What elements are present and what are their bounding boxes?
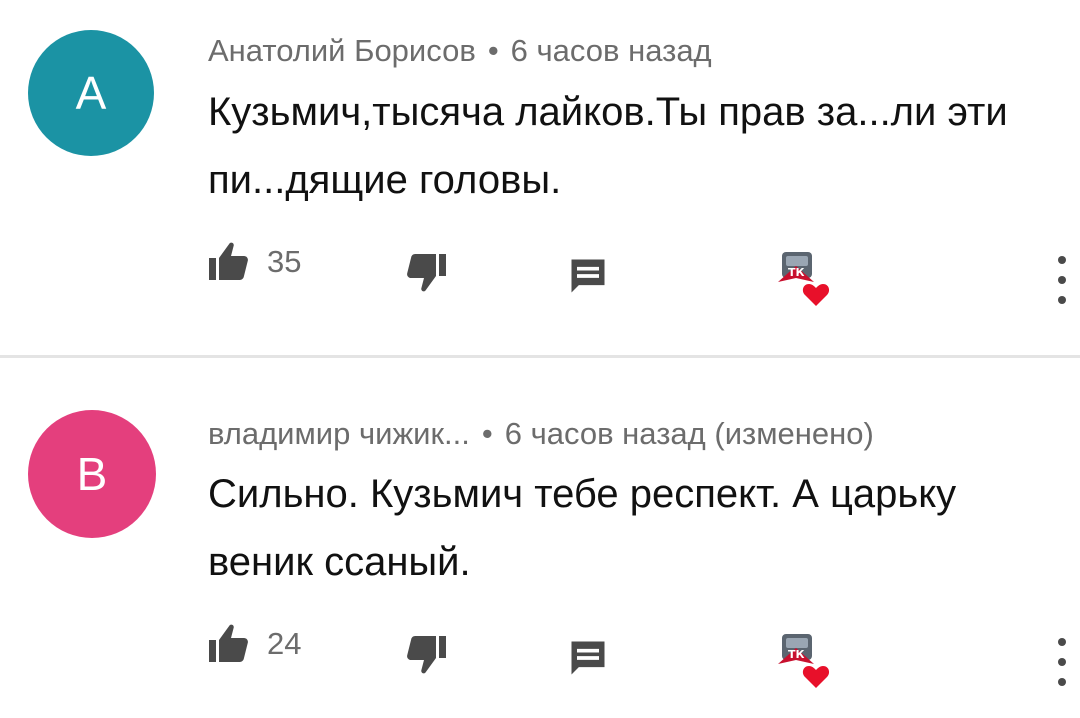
svg-text:ТК: ТК [788, 648, 805, 661]
reply-button[interactable] [566, 636, 610, 680]
comment-item: A Анатолий Борисов • 6 часов назад Кузьмич… [0, 0, 1080, 356]
more-options-button[interactable] [1050, 634, 1074, 690]
thumbs-down-icon [407, 254, 446, 292]
reply-icon [571, 641, 605, 675]
avatar[interactable]: A [28, 30, 154, 156]
avatar[interactable]: B [28, 410, 156, 538]
meta-separator: • [487, 33, 499, 68]
thumbs-down-icon [407, 636, 446, 674]
svg-text:ТК: ТК [788, 266, 805, 279]
comment-time[interactable]: 6 часов назад [511, 33, 712, 68]
comment-text: Сильно. Кузьмич тебе респект. А царьку в… [208, 472, 957, 584]
comment-meta: владимир чижик... • 6 часов назад (изменен… [208, 416, 874, 452]
comment-actions: 35 ТК [0, 238, 1080, 308]
creator-heart-icon: ТК [772, 248, 836, 312]
avatar-letter: A [75, 67, 107, 119]
more-options-button[interactable] [1050, 252, 1074, 308]
author-name[interactable]: владимир чижик... [208, 416, 470, 451]
dislike-button[interactable] [402, 248, 450, 296]
author-name[interactable]: Анатолий Борисов [208, 33, 476, 68]
reply-icon [571, 259, 605, 293]
reply-button[interactable] [566, 254, 610, 298]
like-count: 24 [267, 626, 302, 661]
dislike-button[interactable] [402, 630, 450, 678]
comment-actions: 24 ТК [0, 620, 1080, 690]
thumbs-up-icon [209, 242, 248, 280]
meta-separator: • [481, 416, 493, 451]
like-count: 35 [267, 244, 302, 279]
avatar-letter: B [76, 448, 108, 500]
comment-text: Кузьмич,тысяча лайков.Ты прав за...ли эт… [208, 90, 1008, 202]
like-button[interactable]: 35 [205, 238, 301, 286]
edited-label: (изменено) [714, 416, 874, 451]
more-vert-icon [1058, 256, 1066, 304]
thumbs-up-icon [209, 624, 248, 662]
like-button[interactable]: 24 [205, 620, 301, 668]
comment-time[interactable]: 6 часов назад [505, 416, 706, 451]
comment-meta: Анатолий Борисов • 6 часов назад [208, 33, 712, 69]
comment-item: B владимир чижик... • 6 часов назад (измен… [0, 358, 1080, 718]
more-vert-icon [1058, 638, 1066, 686]
creator-heart-icon: ТК [772, 630, 836, 694]
